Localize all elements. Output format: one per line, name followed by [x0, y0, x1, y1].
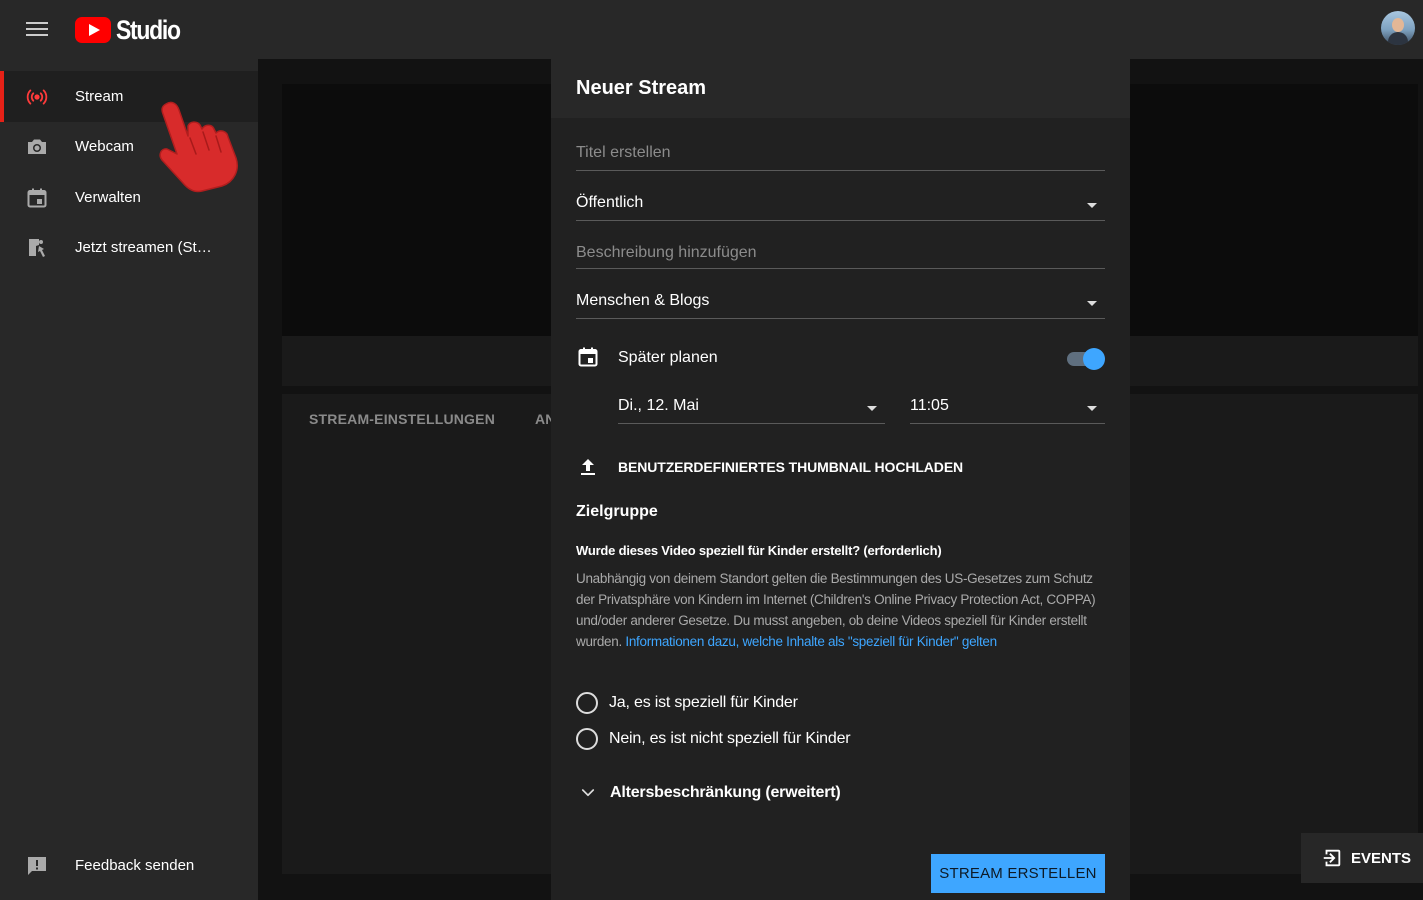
chevron-down-icon — [1087, 301, 1097, 306]
radio-circle[interactable] — [576, 692, 598, 714]
sidebar-item-label: Webcam — [75, 138, 134, 155]
toggle-knob — [1083, 348, 1105, 370]
date-value: Di., 12. Mai — [618, 397, 699, 414]
dialog-header: Neuer Stream — [551, 59, 1130, 118]
made-for-kids-info-link[interactable]: Informationen dazu, welche Inhalte als "… — [625, 634, 997, 649]
calendar-icon — [578, 347, 598, 367]
events-button[interactable]: EVENTS — [1301, 833, 1423, 883]
tab-stream-settings[interactable]: STREAM-EINSTELLUNGEN — [309, 411, 495, 427]
camera-icon — [28, 139, 46, 154]
radio-made-for-kids-yes[interactable]: Ja, es ist speziell für Kinder — [576, 690, 798, 716]
exit-to-app-icon — [1323, 849, 1341, 867]
schedule-label: Später planen — [618, 349, 718, 366]
title-placeholder: Titel erstellen — [576, 144, 671, 161]
chevron-down-icon — [1087, 203, 1097, 208]
visibility-value: Öffentlich — [576, 194, 644, 211]
youtube-logo-icon — [75, 17, 111, 43]
time-select[interactable]: 11:05 — [910, 389, 1105, 424]
pointing-hand-icon — [159, 101, 238, 193]
dialog-title: Neuer Stream — [576, 77, 707, 99]
title-input[interactable]: Titel erstellen — [576, 139, 1105, 171]
audience-heading: Zielgruppe — [576, 503, 658, 520]
sidebar-item-go-live[interactable]: Jetzt streamen (Studio) — [0, 222, 258, 273]
radio-circle[interactable] — [576, 728, 598, 750]
chevron-down-icon — [1087, 406, 1097, 411]
calendar-icon — [27, 188, 47, 207]
age-restriction-expander[interactable]: Altersbeschränkung (erweitert) — [579, 781, 841, 805]
chevron-down-icon — [867, 406, 877, 411]
studio-logo[interactable]: Studio — [75, 14, 191, 45]
description-placeholder: Beschreibung hinzufügen — [576, 244, 757, 261]
category-value: Menschen & Blogs — [576, 292, 710, 309]
radio-made-for-kids-no[interactable]: Nein, es ist nicht speziell für Kinder — [576, 726, 851, 752]
sidebar-item-label: Jetzt streamen (Studio) — [75, 239, 220, 256]
date-select[interactable]: Di., 12. Mai — [618, 389, 885, 424]
sidebar-item-label: Feedback senden — [75, 857, 195, 874]
schedule-toggle[interactable] — [1067, 347, 1105, 370]
new-stream-dialog: Neuer Stream Titel erstellen Öffentlich … — [551, 59, 1130, 900]
chevron-down-icon — [581, 789, 595, 797]
sidebar-item-label: Stream — [75, 88, 124, 105]
upload-icon[interactable] — [576, 455, 600, 479]
broadcast-icon — [26, 89, 48, 104]
visibility-select[interactable]: Öffentlich — [576, 190, 1105, 221]
events-label: EVENTS — [1351, 849, 1412, 867]
avatar[interactable] — [1381, 11, 1415, 45]
age-restriction-label: Altersbeschränkung (erweitert) — [610, 784, 841, 801]
sidebar-item-feedback[interactable]: Feedback senden — [0, 840, 258, 891]
logo-text: Studio — [116, 14, 181, 45]
audience-question: Wurde dieses Video speziell für Kinder e… — [576, 543, 942, 558]
top-bar: Studio — [0, 0, 1423, 59]
radio-label: Nein, es ist nicht speziell für Kinder — [609, 730, 851, 747]
category-select[interactable]: Menschen & Blogs — [576, 288, 1105, 319]
audience-info-text: Unabhängig von deinem Standort gelten di… — [576, 568, 1108, 652]
time-value: 11:05 — [910, 397, 949, 414]
radio-label: Ja, es ist speziell für Kinder — [609, 694, 798, 711]
menu-icon[interactable] — [26, 22, 48, 38]
encoder-icon — [29, 238, 45, 257]
upload-thumbnail-button[interactable]: BENUTZERDEFINIERTES THUMBNAIL HOCHLADEN — [618, 459, 963, 475]
description-input[interactable]: Beschreibung hinzufügen — [576, 240, 1105, 269]
sidebar-item-label: Verwalten — [75, 189, 141, 206]
create-stream-button[interactable]: STREAM ERSTELLEN — [931, 854, 1105, 893]
feedback-icon — [28, 856, 46, 875]
